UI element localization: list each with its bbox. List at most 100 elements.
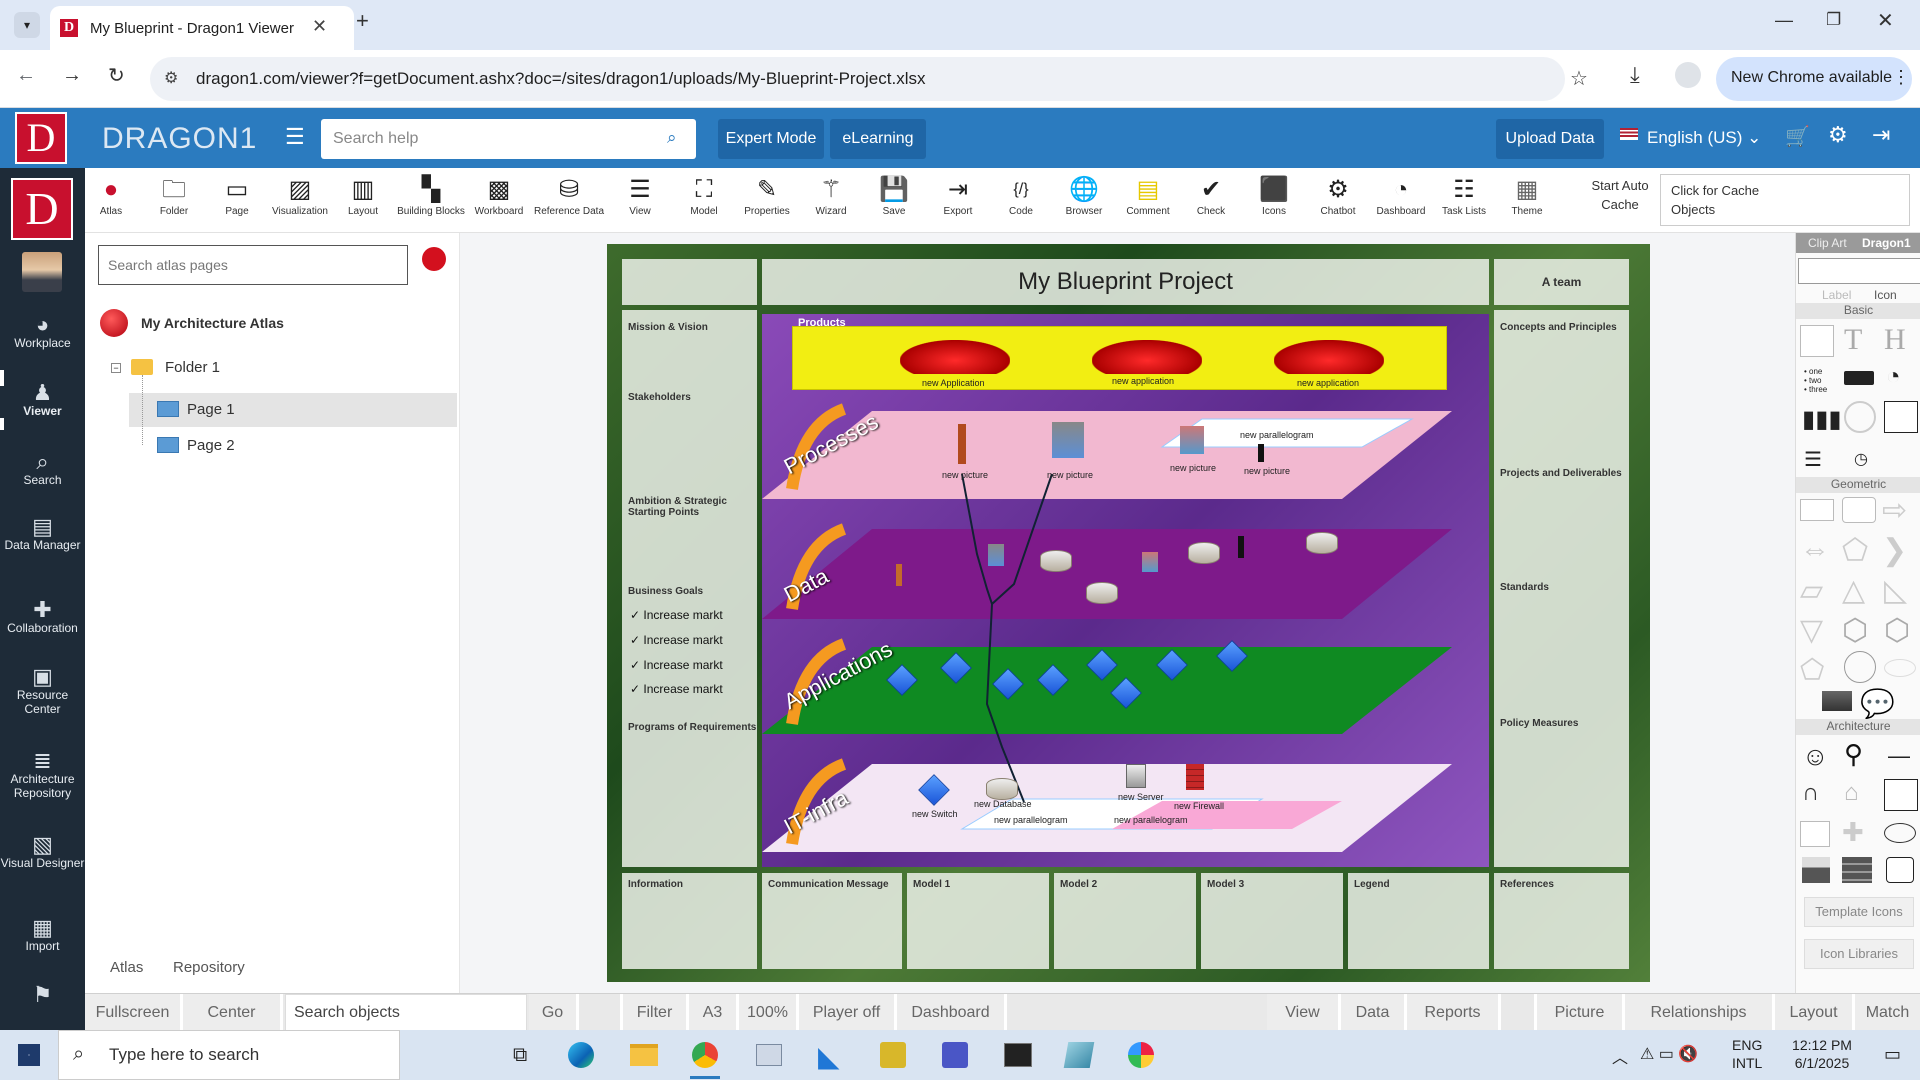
ellipse-icon[interactable] xyxy=(1884,659,1916,677)
stakeholders-label[interactable]: Stakeholders xyxy=(628,392,691,403)
sidebar-item-import[interactable]: ▦ Import xyxy=(0,917,85,954)
blueprint-canvas[interactable]: My Blueprint Project A team Mission & Vi… xyxy=(607,244,1650,982)
smiley-icon[interactable] xyxy=(1844,401,1876,433)
terminal-icon[interactable] xyxy=(1004,1043,1032,1067)
bottom-cell[interactable]: References xyxy=(1494,873,1629,969)
firewall-icon[interactable] xyxy=(1186,764,1204,790)
sidebar-item-more[interactable]: ⚑ xyxy=(0,984,85,1006)
bottom-cell[interactable]: Model 3 xyxy=(1201,873,1343,969)
data-button[interactable]: Data xyxy=(1341,994,1407,1031)
worker-at-desk-icon[interactable] xyxy=(1052,422,1084,458)
atlas-red-dot-icon[interactable] xyxy=(422,247,446,271)
policy-label[interactable]: Policy Measures xyxy=(1500,718,1578,729)
sidebar-item-search[interactable]: ⌕ Search xyxy=(0,451,85,488)
center-button[interactable]: Center xyxy=(183,994,283,1031)
view-button[interactable]: View xyxy=(1267,994,1341,1031)
tab-list-icon[interactable]: ▾ xyxy=(14,12,40,38)
frame-icon[interactable] xyxy=(1800,325,1834,357)
app-icon[interactable] xyxy=(756,1044,782,1066)
database-cylinder-icon[interactable] xyxy=(1188,542,1220,564)
vscode-icon[interactable]: ◣ xyxy=(818,1040,840,1073)
chrome-icon[interactable] xyxy=(692,1042,718,1068)
tool-check[interactable]: ✔ Check xyxy=(1180,174,1242,217)
tool-workboard[interactable]: ▩ Workboard xyxy=(468,174,530,217)
task-view-icon[interactable]: ⧉ xyxy=(513,1044,527,1067)
pentagon-icon[interactable]: ⬠ xyxy=(1800,653,1824,686)
worker-icon[interactable] xyxy=(1142,552,1158,572)
zoom-level-button[interactable]: 100% xyxy=(739,994,799,1031)
paint-app-icon[interactable] xyxy=(1128,1042,1154,1068)
site-info-icon[interactable]: ⚙ xyxy=(164,68,178,88)
tool-export[interactable]: ⇥ Export xyxy=(927,174,989,217)
clock-icon[interactable]: ◷ xyxy=(1854,449,1868,469)
sidebar-item-collaboration[interactable]: ✚ Collaboration xyxy=(0,599,85,636)
go-button[interactable]: Go xyxy=(529,994,579,1031)
sidebar-item-data-manager[interactable]: ▤ Data Manager xyxy=(0,516,85,553)
text-icon[interactable]: T xyxy=(1844,323,1862,357)
tool-page[interactable]: ▭ Page xyxy=(206,174,268,217)
oval-icon[interactable] xyxy=(1884,823,1916,843)
logout-icon[interactable]: ⇥ xyxy=(1872,122,1890,148)
tool-atlas[interactable]: ● Atlas xyxy=(80,174,142,217)
bottom-cell[interactable]: Model 1 xyxy=(907,873,1049,969)
file-explorer-icon[interactable] xyxy=(630,1044,658,1066)
a3-button[interactable]: A3 xyxy=(689,994,739,1031)
team-cell[interactable]: A team xyxy=(1494,259,1629,305)
magnet-icon[interactable]: ∩ xyxy=(1802,779,1819,807)
tool-folder[interactable]: 🗀 Folder xyxy=(143,174,205,217)
match-button[interactable]: Match xyxy=(1855,994,1920,1031)
building-icon[interactable]: ⌂ xyxy=(1844,779,1859,807)
tool-icons[interactable]: ⬛ Icons xyxy=(1243,174,1305,217)
url-text[interactable]: dragon1.com/viewer?f=getDocument.ashx?do… xyxy=(196,69,926,89)
tool-wizard[interactable]: ⚚ Wizard xyxy=(800,174,862,217)
back-icon[interactable]: ← xyxy=(16,64,36,87)
tab-atlas[interactable]: Atlas xyxy=(110,959,143,976)
tools-app-icon[interactable] xyxy=(880,1042,906,1068)
cache-objects-button[interactable]: Click for Cache Objects xyxy=(1660,174,1910,226)
tool-comment[interactable]: ▤ Comment xyxy=(1117,174,1179,217)
search-objects-input[interactable]: Search objects xyxy=(285,994,527,1031)
close-tab-icon[interactable]: ✕ xyxy=(312,16,327,37)
download-icon[interactable]: ⤓ xyxy=(1630,62,1640,88)
relationships-button[interactable]: Relationships xyxy=(1625,994,1775,1031)
label-icon[interactable] xyxy=(1844,371,1874,385)
blueprint-title[interactable]: My Blueprint Project xyxy=(762,259,1489,305)
restore-icon[interactable]: ❐ xyxy=(1826,10,1841,30)
hexagon-alt-icon[interactable]: ⬡ xyxy=(1884,613,1910,648)
chrome-menu-icon[interactable]: ⋮ xyxy=(1892,67,1910,88)
section-basic[interactable]: Basic xyxy=(1796,303,1920,319)
picture-button[interactable]: Picture xyxy=(1537,994,1625,1031)
bottom-cell[interactable]: Legend xyxy=(1348,873,1489,969)
settings-icon[interactable]: ⚙ xyxy=(1828,122,1848,148)
heading-icon[interactable]: H xyxy=(1884,323,1906,357)
expert-mode-button[interactable]: Expert Mode xyxy=(718,119,824,159)
cart-icon[interactable]: 🛒 xyxy=(1785,124,1810,149)
fullscreen-button[interactable]: Fullscreen xyxy=(85,994,183,1031)
line-icon[interactable]: — xyxy=(1888,743,1910,769)
sidebar-item-workplace[interactable]: ◕ Workplace xyxy=(0,314,85,351)
square-icon[interactable] xyxy=(1886,857,1914,883)
tool-properties[interactable]: ✎ Properties xyxy=(736,174,798,217)
sidebar-item-viewer[interactable]: ♟ Viewer xyxy=(0,382,85,418)
rectangle-icon[interactable] xyxy=(1800,499,1834,521)
clock[interactable]: 12:12 PM 6/1/2025 xyxy=(1780,1036,1864,1072)
minimize-icon[interactable]: — xyxy=(1775,10,1793,31)
shape-icon[interactable] xyxy=(1884,401,1918,433)
dashboard-button[interactable]: Dashboard xyxy=(897,994,1007,1031)
tool-reference-data[interactable]: ⛁ Reference Data xyxy=(530,174,608,217)
parallelogram-icon[interactable]: ▱ xyxy=(1800,573,1823,608)
ambition-label[interactable]: Ambition & Strategic Starting Points xyxy=(628,496,748,518)
page-2[interactable]: Page 2 xyxy=(187,437,235,454)
database-cylinder-icon[interactable] xyxy=(1086,582,1118,604)
panel-icon[interactable] xyxy=(1800,821,1830,847)
upload-data-button[interactable]: Upload Data xyxy=(1496,119,1604,159)
person-figure-icon[interactable] xyxy=(1258,444,1264,462)
database-icon[interactable] xyxy=(986,778,1018,800)
tab-dragon1[interactable]: Dragon1 xyxy=(1862,236,1911,250)
database-cylinder-icon[interactable] xyxy=(1040,550,1072,572)
search-icon[interactable]: ⌕ xyxy=(667,128,677,148)
hamburger-menu-icon[interactable]: ☰ xyxy=(285,124,305,150)
actor-icon[interactable]: ☺ xyxy=(1802,741,1829,772)
elearning-button[interactable]: eLearning xyxy=(830,119,926,159)
list-icon[interactable]: • one • two • three xyxy=(1804,367,1827,394)
